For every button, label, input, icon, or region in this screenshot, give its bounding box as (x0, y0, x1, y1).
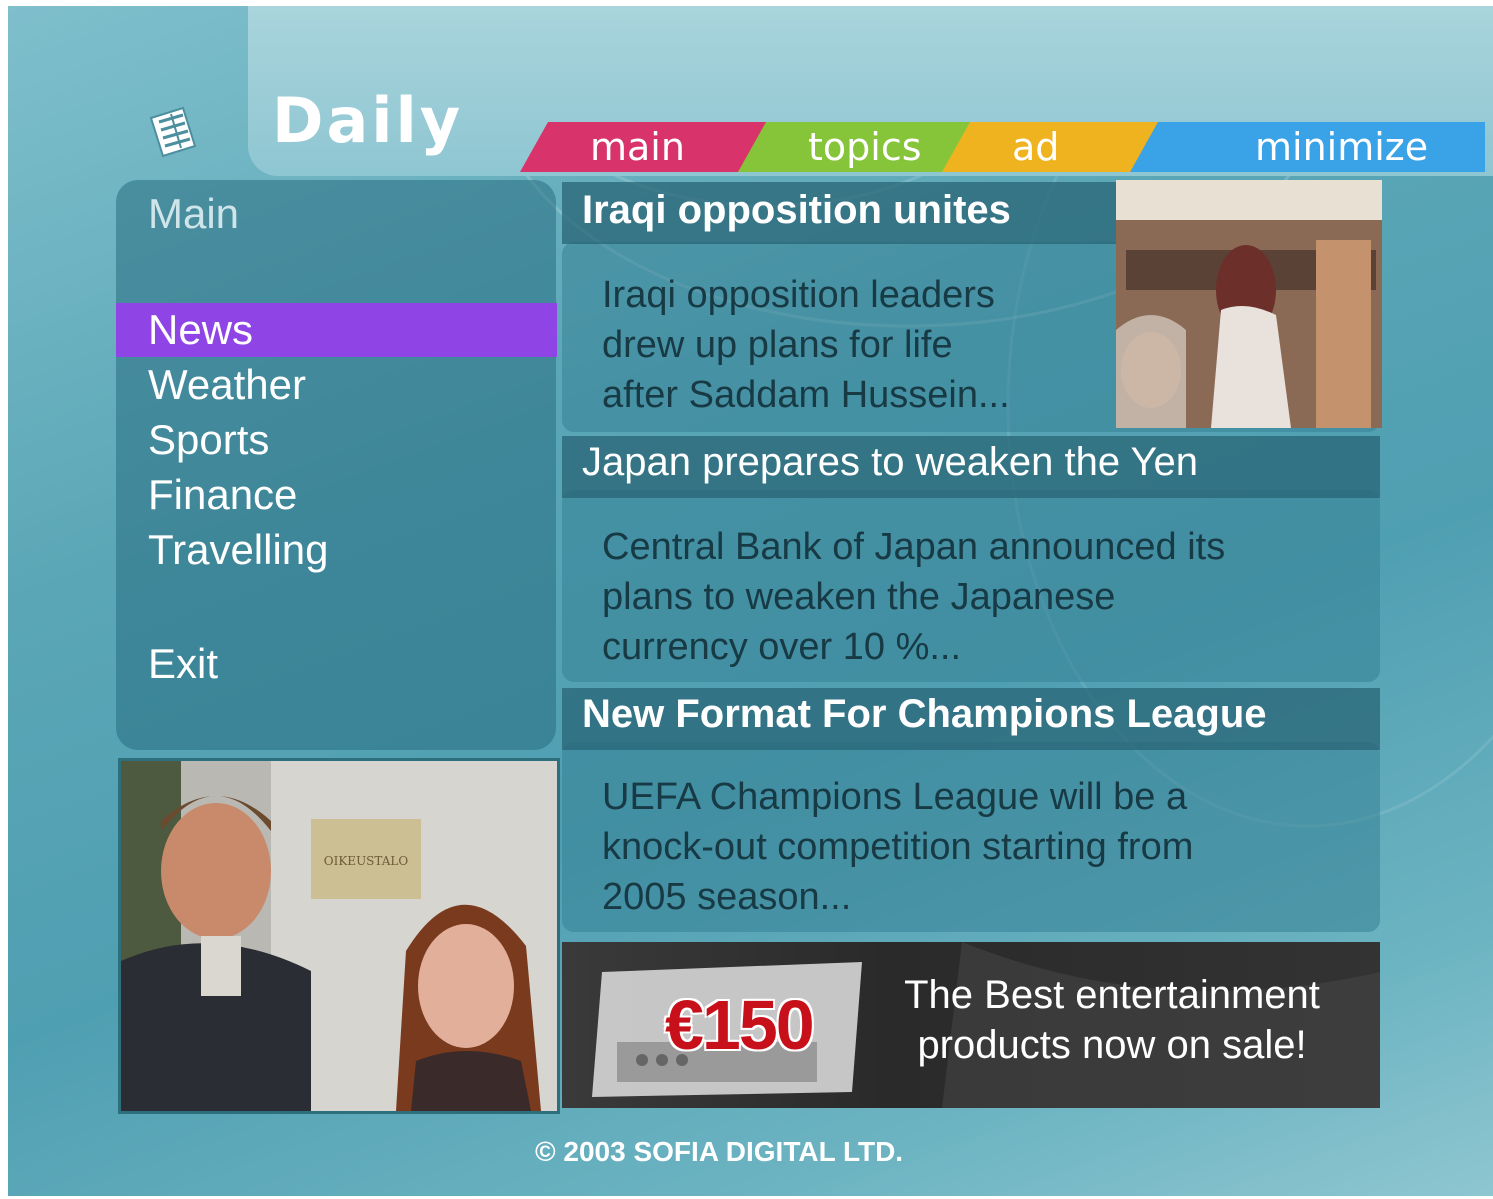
menu-item-exit[interactable]: Exit (116, 637, 557, 691)
story-3-summary[interactable]: UEFA Champions League will be a knock-ou… (602, 772, 1193, 922)
top-tabs: main topics ad minimize (520, 122, 1485, 172)
story-1-headline[interactable]: Iraqi opposition unites (582, 188, 1011, 233)
story-2-summary[interactable]: Central Bank of Japan announced its plan… (602, 522, 1225, 672)
ad-price: €150 (665, 986, 815, 1064)
ad-text: The Best entertainment products now on s… (904, 973, 1320, 1067)
menu-item-travelling[interactable]: Travelling (116, 523, 557, 577)
crowd-image (1116, 180, 1382, 428)
story-1-summary[interactable]: Iraqi opposition leaders drew up plans f… (602, 270, 1010, 420)
app-title: Daily (272, 84, 464, 157)
menu-item-finance[interactable]: Finance (116, 468, 557, 522)
menu-item-news[interactable]: News (116, 303, 557, 357)
tab-ad[interactable]: ad (942, 122, 1160, 172)
newspaper-icon (149, 106, 197, 158)
menu-item-sports[interactable]: Sports (116, 413, 557, 467)
video-frame-image: OIKEUSTALO (121, 761, 557, 1111)
tab-topics[interactable]: topics (738, 122, 972, 172)
tab-minimize[interactable]: minimize (1130, 122, 1485, 172)
story-1-photo[interactable] (1116, 180, 1382, 428)
story-3-headline[interactable]: New Format For Champions League (582, 692, 1267, 737)
menu-item-weather[interactable]: Weather (116, 358, 557, 412)
video-preview[interactable]: OIKEUSTALO (118, 758, 560, 1114)
menu-title: Main (148, 190, 240, 237)
copyright-footer: © 2003 SOFIA DIGITAL LTD. (535, 1136, 904, 1167)
story-2-headline[interactable]: Japan prepares to weaken the Yen (582, 440, 1198, 485)
sign-text: OIKEUSTALO (324, 854, 409, 868)
tab-main[interactable]: main (520, 122, 770, 172)
